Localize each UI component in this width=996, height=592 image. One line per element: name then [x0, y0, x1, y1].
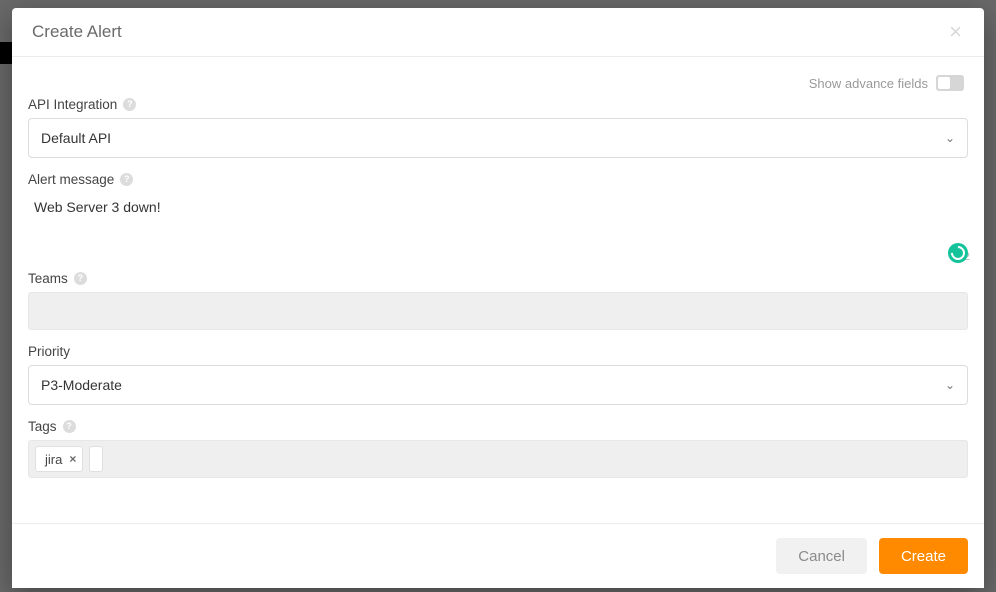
- grammarly-icon[interactable]: [948, 243, 968, 263]
- alert-message-label: Alert message: [28, 172, 114, 187]
- create-button[interactable]: Create: [879, 538, 968, 574]
- api-integration-group: API Integration ? Default API ⌄: [28, 97, 968, 158]
- tags-label: Tags: [28, 419, 57, 434]
- modal-title: Create Alert: [32, 22, 122, 42]
- alert-message-value: Web Server 3 down!: [34, 199, 962, 215]
- api-integration-value: Default API: [41, 130, 111, 146]
- api-integration-label: API Integration: [28, 97, 117, 112]
- tag-chip: jira ×: [35, 446, 83, 472]
- teams-label-row: Teams ?: [28, 271, 968, 286]
- modal-footer: Cancel Create: [12, 523, 984, 588]
- tag-remove-icon[interactable]: ×: [69, 452, 76, 466]
- toggle-knob: [938, 77, 950, 89]
- priority-select[interactable]: P3-Moderate ⌄: [28, 365, 968, 405]
- help-icon[interactable]: ?: [120, 173, 133, 186]
- modal-header: Create Alert ×: [12, 8, 984, 57]
- api-integration-label-row: API Integration ?: [28, 97, 968, 112]
- chevron-down-icon: ⌄: [945, 131, 955, 145]
- priority-label-row: Priority: [28, 344, 968, 359]
- alert-message-label-row: Alert message ?: [28, 172, 968, 187]
- api-integration-select[interactable]: Default API ⌄: [28, 118, 968, 158]
- close-icon[interactable]: ×: [947, 21, 964, 43]
- teams-group: Teams ?: [28, 271, 968, 330]
- tags-label-row: Tags ?: [28, 419, 968, 434]
- help-icon[interactable]: ?: [74, 272, 87, 285]
- tag-text-input[interactable]: [89, 446, 103, 472]
- alert-message-input[interactable]: Web Server 3 down! 112: [28, 193, 968, 257]
- priority-value: P3-Moderate: [41, 377, 122, 393]
- priority-label: Priority: [28, 344, 70, 359]
- tag-chip-label: jira: [45, 452, 62, 467]
- priority-group: Priority P3-Moderate ⌄: [28, 344, 968, 405]
- teams-input[interactable]: [28, 292, 968, 330]
- cancel-button[interactable]: Cancel: [776, 538, 867, 574]
- teams-label: Teams: [28, 271, 68, 286]
- advance-fields-label: Show advance fields: [809, 76, 928, 91]
- advance-fields-row: Show advance fields: [28, 75, 968, 91]
- alert-message-group: Alert message ? Web Server 3 down! 112: [28, 172, 968, 257]
- help-icon[interactable]: ?: [123, 98, 136, 111]
- advance-fields-toggle[interactable]: [936, 75, 964, 91]
- tags-group: Tags ? jira ×: [28, 419, 968, 478]
- create-alert-modal: Create Alert × Show advance fields API I…: [12, 8, 984, 588]
- help-icon[interactable]: ?: [63, 420, 76, 433]
- tags-input[interactable]: jira ×: [28, 440, 968, 478]
- chevron-down-icon: ⌄: [945, 378, 955, 392]
- modal-body: Show advance fields API Integration ? De…: [12, 57, 984, 523]
